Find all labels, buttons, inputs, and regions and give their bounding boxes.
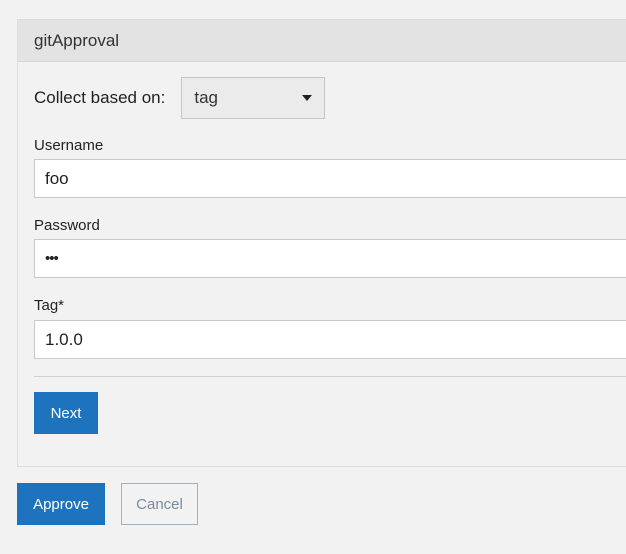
tag-value: 1.0.0	[45, 329, 83, 349]
collect-based-on-label: Collect based on:	[34, 88, 166, 107]
divider	[34, 376, 626, 377]
chevron-down-icon	[302, 95, 313, 101]
username-field[interactable]: foo	[34, 159, 626, 198]
tag-field[interactable]: 1.0.0	[34, 320, 626, 359]
git-approval-panel: gitApproval Collect based on: tag Userna…	[17, 19, 626, 467]
cancel-button[interactable]: Cancel	[121, 483, 198, 525]
collect-row: Collect based on: tag	[34, 77, 326, 119]
tag-label: Tag*	[34, 297, 65, 314]
password-label: Password	[34, 217, 100, 234]
password-value: •••	[45, 250, 59, 267]
username-label: Username	[34, 137, 104, 154]
approve-button[interactable]: Approve	[17, 483, 105, 525]
username-value: foo	[45, 168, 69, 188]
password-field[interactable]: •••	[34, 239, 626, 278]
page: gitApproval Collect based on: tag Userna…	[0, 0, 626, 554]
collect-select-value: tag	[194, 88, 219, 107]
next-button[interactable]: Next	[34, 392, 98, 434]
panel-title: gitApproval	[18, 20, 626, 62]
collect-select[interactable]: tag	[181, 77, 326, 119]
